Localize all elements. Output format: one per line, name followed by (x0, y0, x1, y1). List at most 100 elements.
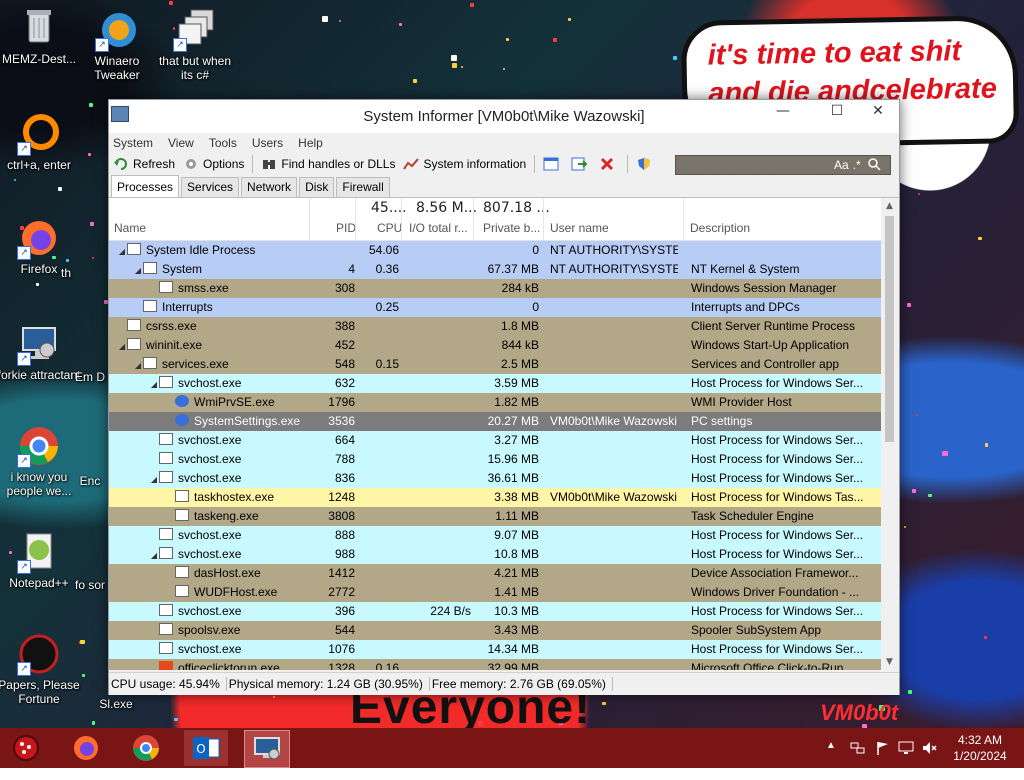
desktop-icon-memz[interactable]: MEMZ-Dest... (0, 6, 82, 66)
desktop-icon-sl-exe[interactable]: Sl.exe (80, 697, 152, 711)
system-information-button[interactable]: System information (403, 157, 526, 171)
description-cell: PC settings (691, 414, 753, 428)
network-icon[interactable] (850, 740, 866, 780)
table-row[interactable]: officeclicktorun.exe 1328 0.16 32.99 MB Micr… (109, 659, 881, 670)
table-row[interactable]: svchost.exe 888 9.07 MB Host Process for Wi… (109, 526, 881, 545)
start-button[interactable] (4, 730, 48, 766)
desktop-icon-th[interactable]: th (46, 266, 86, 280)
menu-tools[interactable]: Tools (209, 136, 237, 150)
desktop-icon-winaero[interactable]: ↗ Winaero Tweaker (74, 8, 160, 82)
table-row[interactable]: ◢ System Idle Process 54.06 0 NT AUTHORITY\S… (109, 241, 881, 260)
table-row[interactable]: svchost.exe 396 224 B/s 10.3 MB Host Process… (109, 602, 881, 621)
private-bytes-cell: 4.21 MB (494, 566, 539, 580)
find-handles-button[interactable]: Find handles or DLLs (261, 157, 395, 171)
table-row[interactable]: dasHost.exe 1412 4.21 MB Device Association… (109, 564, 881, 583)
flag-icon[interactable] (875, 740, 891, 780)
regex-toggle[interactable]: .* (853, 158, 861, 172)
table-row[interactable]: taskeng.exe 3808 1.11 MB Task Scheduler Eng… (109, 507, 881, 526)
description-cell: Windows Start-Up Application (691, 338, 850, 352)
tab-network[interactable]: Network (241, 177, 298, 197)
menu-users[interactable]: Users (252, 136, 283, 150)
window-process-icon (159, 547, 173, 559)
options-button[interactable]: Options (183, 157, 244, 171)
table-row[interactable]: ◢ svchost.exe 988 10.8 MB Host Process for W… (109, 545, 881, 564)
expand-toggle-icon[interactable]: ◢ (133, 356, 143, 375)
desktop-icon-that-but-when[interactable]: ↗ that but when its c# (152, 8, 238, 82)
table-row[interactable]: taskhostex.exe 1248 3.38 MB VM0b0t\Mike Waz… (109, 488, 881, 507)
table-row[interactable]: ◢ svchost.exe 632 3.59 MB Host Process for W… (109, 374, 881, 393)
table-row[interactable]: ◢ svchost.exe 836 36.61 MB Host Process for … (109, 469, 881, 488)
desktop-icon-fo-sor[interactable]: fo sor (70, 578, 110, 592)
tab-firewall[interactable]: Firewall (336, 177, 390, 197)
process-name: csrss.exe (146, 319, 197, 333)
column-description[interactable]: Description (690, 221, 750, 235)
taskbar-outlook[interactable]: O (184, 730, 228, 766)
process-name: svchost.exe (178, 471, 242, 485)
menu-system[interactable]: System (113, 136, 153, 150)
desktop-icon-papers-please[interactable]: ↗ Papers, Please Fortune (0, 632, 82, 706)
expand-toggle-icon[interactable]: ◢ (149, 470, 159, 489)
table-row[interactable]: smss.exe 308 284 kB Windows Session Manager (109, 279, 881, 298)
column-pid[interactable]: PID (336, 221, 356, 235)
scroll-up-icon[interactable]: ▲ (881, 198, 898, 214)
window-arrow-button[interactable] (571, 157, 591, 171)
column-io[interactable]: I/O total r... (409, 221, 468, 235)
taskbar-chrome[interactable] (124, 730, 168, 766)
display-icon[interactable] (898, 740, 914, 780)
process-tree[interactable]: 45.... 8.56 M... 807.18 ... Name PID CPU… (109, 198, 881, 670)
desktop-icon-em[interactable]: Em D (70, 370, 110, 384)
column-private[interactable]: Private b... (483, 221, 540, 235)
vertical-scrollbar[interactable]: ▲ ▼ (881, 198, 898, 670)
table-row[interactable]: spoolsv.exe 544 3.43 MB Spooler SubSystem A… (109, 621, 881, 640)
tab-disk[interactable]: Disk (299, 177, 335, 197)
table-row[interactable]: svchost.exe 664 3.27 MB Host Process for Wi… (109, 431, 881, 450)
search-input[interactable] (676, 157, 832, 173)
column-cpu[interactable]: CPU (377, 221, 402, 235)
expand-toggle-icon[interactable]: ◢ (133, 261, 143, 280)
match-case-toggle[interactable]: Aa (834, 158, 849, 172)
scroll-thumb[interactable] (885, 216, 894, 442)
taskbar-firefox[interactable] (64, 730, 108, 766)
menu-help[interactable]: Help (298, 136, 323, 150)
menu-view[interactable]: View (168, 136, 194, 150)
table-row[interactable]: ◢ System 4 0.36 67.37 MB NT AUTHORITY\SYSTEM N… (109, 260, 881, 279)
volume-muted-icon[interactable] (921, 740, 937, 780)
table-row[interactable]: ◢ wininit.exe 452 844 kB Windows Start-Up Ap… (109, 336, 881, 355)
search-icon[interactable] (867, 157, 881, 174)
desktop-icon-ctrl-a-enter[interactable]: ↗ ctrl+a, enter (0, 112, 82, 172)
shortcut-arrow-icon: ↗ (17, 662, 31, 676)
desktop-icon-enc[interactable]: Enc (70, 474, 110, 488)
expand-toggle-icon[interactable]: ◢ (117, 337, 127, 356)
winaero-tweaker-icon: ↗ (95, 8, 139, 52)
table-row[interactable]: WmiPrvSE.exe 1796 1.82 MB WMI Provider Host (109, 393, 881, 412)
table-row[interactable]: svchost.exe 788 15.96 MB Host Process for W… (109, 450, 881, 469)
close-button[interactable]: ✕ (857, 100, 899, 124)
column-name[interactable]: Name (114, 221, 146, 235)
table-row[interactable]: svchost.exe 1076 14.34 MB Host Process for … (109, 640, 881, 659)
window-button[interactable] (543, 157, 563, 171)
clock[interactable]: 4:32 AM 1/20/2024 (944, 732, 1016, 772)
table-row[interactable]: SystemSettings.exe 3536 20.27 MB VM0b0t\Mik… (109, 412, 881, 431)
tray-overflow-icon[interactable]: ▲ (826, 740, 836, 780)
system-informer-window[interactable]: System Informer [VM0b0t\Mike Wazowski] —… (108, 99, 900, 695)
expand-toggle-icon[interactable]: ◢ (149, 546, 159, 565)
minimize-button[interactable]: — (765, 100, 801, 124)
expand-toggle-icon[interactable]: ◢ (149, 375, 159, 394)
expand-toggle-icon[interactable]: ◢ (117, 242, 127, 261)
search-box[interactable]: Aa .* (675, 155, 891, 175)
title-bar[interactable]: System Informer [VM0b0t\Mike Wazowski] —… (109, 100, 899, 133)
tab-processes[interactable]: Processes (111, 175, 180, 197)
window-process-icon (159, 642, 173, 654)
shield-button[interactable] (636, 157, 656, 171)
table-row[interactable]: WUDFHost.exe 2772 1.41 MB Windows Driver Fo… (109, 583, 881, 602)
taskbar-system-informer[interactable] (244, 730, 290, 768)
column-user[interactable]: User name (550, 221, 609, 235)
table-row[interactable]: csrss.exe 388 1.8 MB Client Server Runtime … (109, 317, 881, 336)
refresh-button[interactable]: Refresh (113, 157, 175, 171)
table-row[interactable]: Interrupts 0.25 0 Interrupts and DPCs (109, 298, 881, 317)
maximize-button[interactable]: ☐ (819, 100, 855, 124)
tab-services[interactable]: Services (181, 177, 240, 197)
terminate-button[interactable] (599, 157, 619, 171)
table-row[interactable]: ◢ services.exe 548 0.15 2.5 MB Services and C… (109, 355, 881, 374)
scroll-down-icon[interactable]: ▼ (881, 654, 898, 670)
